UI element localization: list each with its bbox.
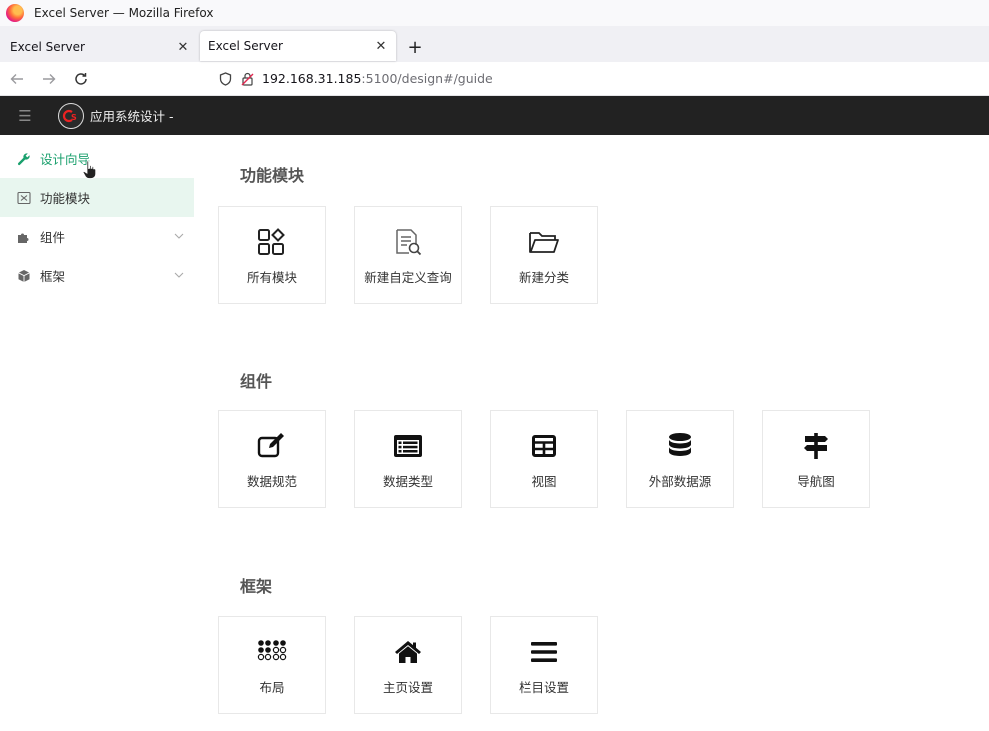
- edit-icon: [255, 429, 289, 463]
- card-new-custom-query[interactable]: 新建自定义查询: [354, 206, 462, 304]
- signpost-icon: [799, 429, 833, 463]
- url-bar[interactable]: 192.168.31.185:5100/design#/guide: [214, 71, 493, 86]
- section-title-components: 组件: [240, 372, 273, 391]
- main-content: 功能模块 所有模块 新建自定义查询 新建分类 组件 数据规范 数据类型 视图 外…: [194, 135, 989, 731]
- card-column-settings[interactable]: 栏目设置: [490, 616, 598, 714]
- back-arrow-icon[interactable]: [2, 64, 32, 94]
- card-label: 布局: [259, 679, 285, 695]
- url-path: :5100/design#/guide: [361, 71, 493, 86]
- navigation-bar: 192.168.31.185:5100/design#/guide: [0, 62, 989, 96]
- cube-icon: [16, 268, 32, 284]
- card-label: 主页设置: [382, 679, 433, 695]
- firefox-logo-icon: [6, 4, 24, 22]
- reload-icon[interactable]: [66, 64, 96, 94]
- card-view[interactable]: 视图: [490, 410, 598, 508]
- tab-title: Excel Server: [208, 39, 283, 53]
- card-label: 新建自定义查询: [364, 269, 452, 285]
- shield-icon[interactable]: [214, 71, 236, 86]
- app-logo-icon: S: [58, 102, 84, 129]
- card-data-types[interactable]: 数据类型: [354, 410, 462, 508]
- tab-bar: Excel Server ✕ Excel Server ✕ +: [0, 26, 989, 62]
- card-label: 新建分类: [518, 269, 569, 285]
- card-label: 所有模块: [246, 269, 297, 285]
- section-title-function-modules: 功能模块: [240, 166, 305, 185]
- sidebar-item-function-modules[interactable]: 功能模块: [0, 178, 194, 217]
- card-label: 栏目设置: [518, 679, 569, 695]
- apps-icon: [255, 225, 289, 259]
- card-group-function-modules: 所有模块 新建自定义查询 新建分类: [218, 206, 626, 304]
- card-group-components: 数据规范 数据类型 视图 外部数据源 导航图: [218, 410, 898, 508]
- card-label: 外部数据源: [648, 473, 712, 489]
- layout-dots-icon: [255, 635, 289, 669]
- tab-title: Excel Server: [10, 40, 85, 54]
- puzzle-icon: [16, 229, 32, 245]
- browser-tab-2[interactable]: Excel Server ✕: [200, 31, 396, 61]
- window-title: Excel Server — Mozilla Firefox: [34, 6, 214, 20]
- new-tab-button[interactable]: +: [400, 32, 430, 62]
- document-search-icon: [391, 225, 425, 259]
- close-icon[interactable]: ✕: [374, 39, 388, 54]
- app-title: 应用系统设计 -: [90, 109, 174, 124]
- folder-open-icon: [527, 225, 561, 259]
- card-label: 数据类型: [382, 473, 433, 489]
- menu-toggle-icon[interactable]: ☰: [0, 107, 50, 125]
- list-alt-icon: [391, 429, 425, 463]
- menu-bars-icon: [527, 635, 561, 669]
- card-new-category[interactable]: 新建分类: [490, 206, 598, 304]
- wrench-icon: [16, 151, 32, 167]
- sidebar-item-label: 框架: [40, 269, 66, 284]
- card-navigation-map[interactable]: 导航图: [762, 410, 870, 508]
- window-titlebar: Excel Server — Mozilla Firefox: [0, 0, 989, 26]
- card-layout[interactable]: 布局: [218, 616, 326, 714]
- table-icon: [527, 429, 561, 463]
- card-label: 数据规范: [246, 473, 297, 489]
- sidebar: 设计向导 功能模块 组件 框架: [0, 135, 194, 731]
- chevron-down-icon[interactable]: [164, 231, 194, 242]
- sidebar-item-framework[interactable]: 框架: [0, 256, 194, 295]
- sidebar-item-components[interactable]: 组件: [0, 217, 194, 256]
- browser-tab-1[interactable]: Excel Server ✕: [2, 32, 198, 62]
- database-icon: [663, 429, 697, 463]
- card-data-specification[interactable]: 数据规范: [218, 410, 326, 508]
- card-label: 视图: [531, 473, 557, 489]
- url-host: 192.168.31.185: [262, 71, 362, 86]
- insecure-lock-icon[interactable]: [236, 72, 258, 86]
- sidebar-item-label: 功能模块: [40, 191, 91, 206]
- sidebar-item-label: 设计向导: [40, 152, 91, 167]
- svg-text:S: S: [71, 113, 77, 122]
- close-icon[interactable]: ✕: [176, 40, 190, 55]
- card-label: 导航图: [797, 473, 835, 489]
- module-icon: [16, 190, 32, 206]
- card-external-data-source[interactable]: 外部数据源: [626, 410, 734, 508]
- sidebar-item-label: 组件: [40, 230, 66, 245]
- chevron-down-icon[interactable]: [164, 270, 194, 281]
- home-icon: [391, 635, 425, 669]
- app-header: ☰ S 应用系统设计 -: [0, 96, 989, 135]
- card-group-framework: 布局 主页设置 栏目设置: [218, 616, 626, 714]
- card-homepage-settings[interactable]: 主页设置: [354, 616, 462, 714]
- forward-arrow-icon[interactable]: [34, 64, 64, 94]
- section-title-framework: 框架: [240, 577, 273, 596]
- card-all-modules[interactable]: 所有模块: [218, 206, 326, 304]
- hand-cursor-icon: [82, 160, 97, 179]
